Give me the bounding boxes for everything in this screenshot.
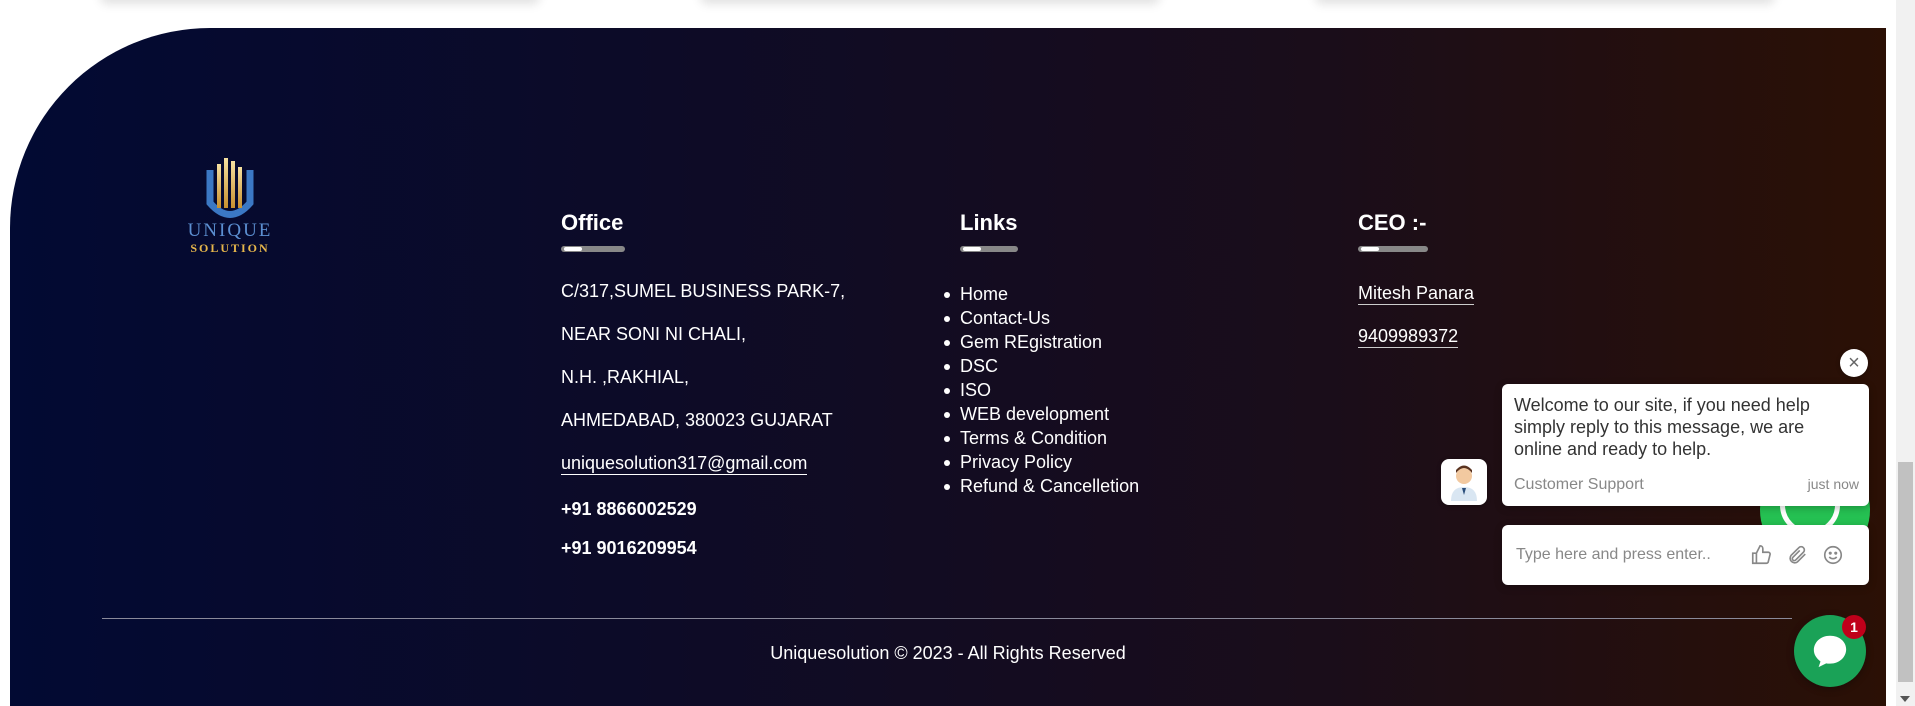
phone-number: +91 9016209954 [561, 538, 697, 558]
copyright-text: Uniquesolution © 2023 - All Rights Reser… [770, 643, 1126, 663]
office-heading: Office [561, 210, 624, 235]
logo[interactable]: UNIQUE SOLUTION [165, 158, 295, 288]
site-footer: UNIQUE SOLUTION Office C/317,SUMEL BUSIN… [10, 28, 1886, 706]
svg-text:UNIQUE: UNIQUE [188, 220, 273, 241]
address-line: NEAR SONI NI CHALI, [561, 324, 747, 344]
paperclip-icon[interactable] [1784, 542, 1810, 568]
chat-input[interactable] [1514, 545, 1738, 565]
thumbs-up-icon[interactable] [1748, 542, 1774, 568]
links-list: Home Contact-Us Gem REgistration DSC ISO… [943, 282, 1139, 498]
heading-underline [561, 246, 625, 252]
footer-link-dsc[interactable]: DSC [943, 354, 1139, 378]
links-column: Links Home Contact-Us Gem REgistration D… [943, 210, 1139, 498]
footer-link-refund[interactable]: Refund & Cancelletion [943, 474, 1139, 498]
address-line: C/317,SUMEL BUSINESS PARK-7, [561, 281, 846, 301]
footer-link-home[interactable]: Home [943, 282, 1139, 306]
footer-link-gem-registration[interactable]: Gem REgistration [943, 330, 1139, 354]
ceo-heading: CEO :- [1358, 210, 1427, 235]
scrollbar-thumb[interactable] [1898, 462, 1913, 682]
scroll-down-arrow-icon[interactable] [1900, 696, 1910, 702]
footer-link-web-development[interactable]: WEB development [943, 402, 1139, 426]
footer-link-iso[interactable]: ISO [943, 378, 1139, 402]
footer-link-privacy[interactable]: Privacy Policy [943, 450, 1139, 474]
unread-badge: 1 [1842, 615, 1866, 639]
smiley-icon[interactable] [1820, 542, 1846, 568]
footer-link-terms[interactable]: Terms & Condition [943, 426, 1139, 450]
page-scrollbar[interactable] [1896, 0, 1915, 706]
chat-message: Welcome to our site, if you need help si… [1514, 395, 1810, 459]
office-column: Office C/317,SUMEL BUSINESS PARK-7, NEAR… [561, 210, 845, 562]
close-icon[interactable]: × [1840, 349, 1868, 377]
footer-divider [102, 618, 1792, 619]
email-link[interactable]: uniquesolution317@gmail.com [561, 452, 808, 475]
chat-message-bubble: Welcome to our site, if you need help si… [1502, 384, 1869, 506]
chat-input-bar [1502, 525, 1869, 585]
phone-number: +91 8866002529 [561, 499, 697, 519]
chat-sender: Customer Support [1514, 476, 1644, 493]
ceo-name-link[interactable]: Mitesh Panara [1358, 282, 1475, 305]
ceo-phone-link[interactable]: 9409989372 [1358, 325, 1459, 348]
chat-time: just now [1807, 476, 1859, 492]
heading-underline [1358, 246, 1428, 252]
ceo-column: CEO :- Mitesh Panara 9409989372 [1358, 210, 1475, 348]
agent-avatar [1441, 459, 1487, 505]
address-line: AHMEDABAD, 380023 GUJARAT [561, 410, 833, 430]
footer-link-contact[interactable]: Contact-Us [943, 306, 1139, 330]
svg-text:SOLUTION: SOLUTION [190, 241, 269, 255]
address-line: N.H. ,RAKHIAL, [561, 367, 690, 387]
links-heading: Links [960, 210, 1018, 235]
chat-bubble-icon [1813, 635, 1847, 668]
heading-underline [960, 246, 1018, 252]
